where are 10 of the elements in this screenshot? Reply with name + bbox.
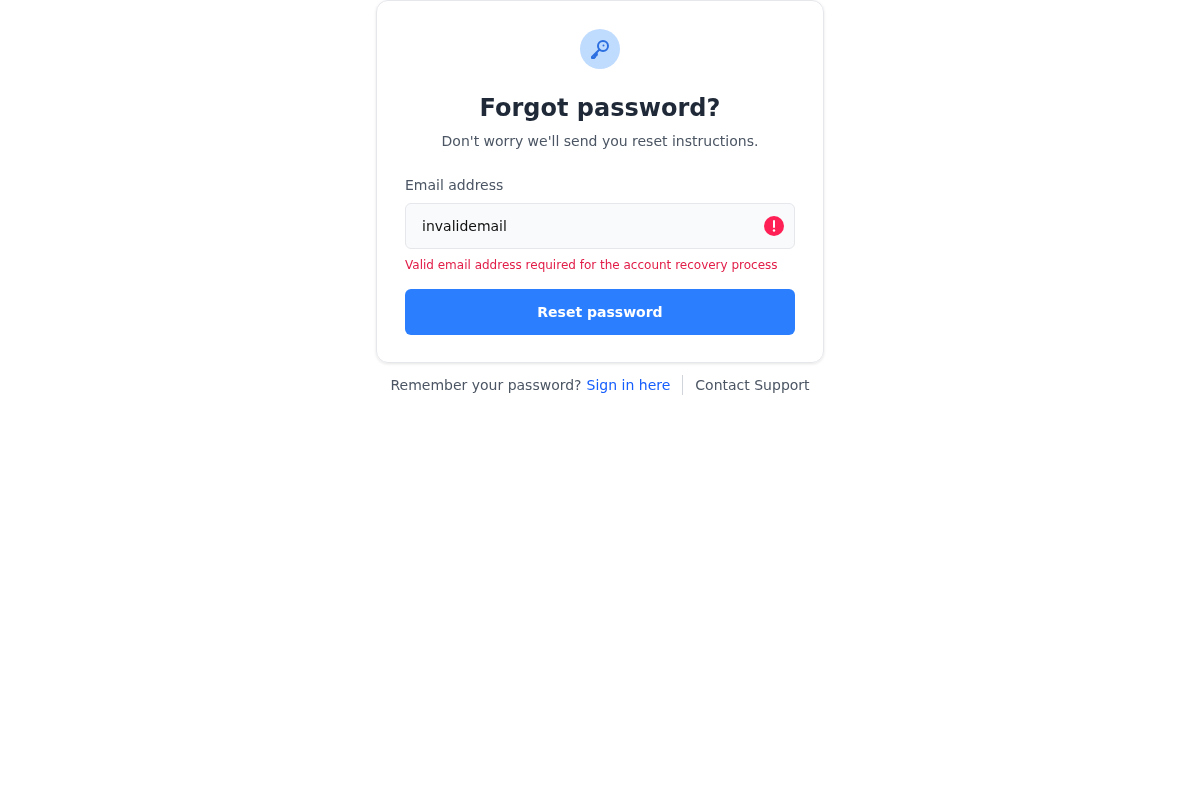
sign-in-link[interactable]: Sign in here: [586, 375, 671, 395]
subtitle: Don't worry we'll send you reset instructions.: [441, 132, 759, 151]
page-title: Forgot password?: [479, 93, 721, 123]
error-message: Valid email address required for the account recovery process: [405, 257, 779, 273]
email-field[interactable]: invalidemail: [405, 203, 795, 249]
prompt-text: Remember your password?: [390, 376, 582, 395]
field-label: Email address: [405, 176, 505, 195]
contact-support-link[interactable]: Contact Support: [695, 375, 810, 395]
key-icon: [580, 29, 620, 69]
reset-password-button[interactable]: Reset password: [405, 289, 795, 335]
